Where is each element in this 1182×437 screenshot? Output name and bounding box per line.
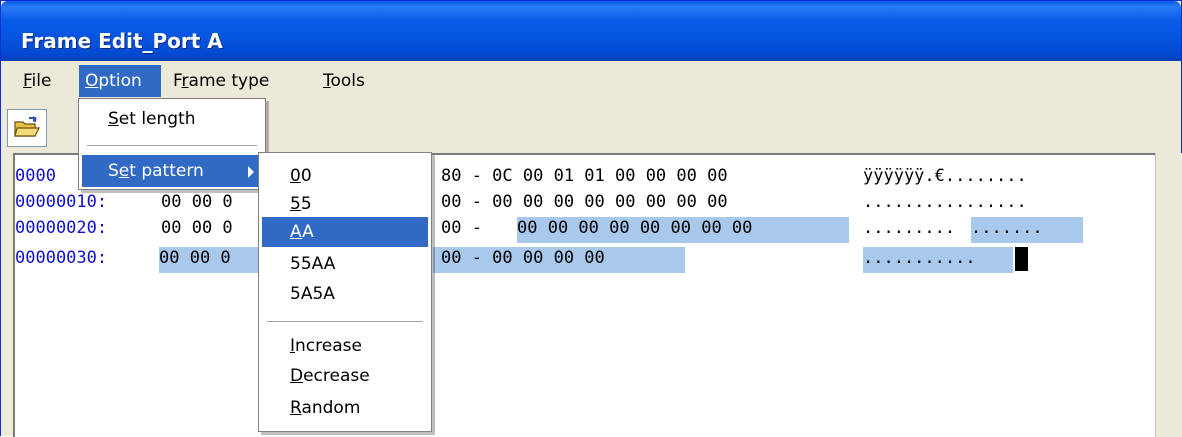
increase-rest: ncrease (295, 336, 362, 356)
row-2-hex-selected: 00 00 00 00 00 00 00 00 (517, 217, 849, 243)
pattern-55-rest: 5 (300, 194, 312, 214)
pattern-55-accel: 5 (290, 194, 301, 214)
set-pattern-accel: e (118, 161, 130, 181)
menu-frame-type[interactable]: Frame type (167, 65, 275, 97)
row-0-address: 0000 (15, 166, 56, 186)
set-length-accel: S (108, 109, 119, 129)
set-length-rest: et length (118, 109, 196, 129)
decrease-accel: D (290, 366, 304, 386)
row-2-hex: 00 - (441, 218, 493, 238)
pattern-random[interactable]: Random (262, 393, 428, 423)
menu-set-pattern[interactable]: Set pattern (82, 155, 262, 187)
row-3-address: 00000030: (15, 248, 108, 268)
pattern-5a5a[interactable]: 5A5A (262, 279, 428, 309)
row-2-ascii: ......... (863, 218, 956, 238)
row-2-hex-left: 00 00 0 (161, 218, 233, 238)
pattern-55[interactable]: 55 (262, 189, 428, 219)
pattern-00[interactable]: 00 (262, 161, 428, 191)
row-1-ascii: ................ (863, 192, 1027, 212)
decrease-rest: ecrease (303, 366, 370, 386)
menu-frame-type-rest: ame type (188, 71, 270, 91)
open-folder-icon (14, 116, 40, 137)
menu-tools-accel: T (323, 71, 331, 91)
menu-set-length[interactable]: Set length (82, 103, 262, 135)
text-caret (1015, 247, 1028, 271)
random-accel: R (290, 398, 302, 418)
menu-option-accel: O (85, 71, 99, 91)
pattern-aa-rest: A (302, 222, 314, 242)
row-0-hex: 80 - 0C 00 01 01 00 00 00 00 (441, 166, 728, 186)
menu-file-accel: F (23, 71, 32, 91)
vertical-scrollbar[interactable] (1155, 153, 1182, 437)
submenu-separator (267, 321, 423, 322)
menu-file[interactable]: File (17, 65, 57, 97)
option-menu: Set length Set pattern (78, 98, 266, 190)
row-2-ascii-selected: ....... (971, 217, 1083, 243)
open-button[interactable] (7, 109, 47, 147)
pattern-increase[interactable]: Increase (262, 331, 428, 361)
row-1-hex-left: 00 00 0 (161, 192, 233, 212)
set-pattern-pre: S (108, 161, 119, 181)
window-title: Frame Edit_Port A (21, 29, 223, 53)
pattern-aa[interactable]: AA (262, 217, 428, 247)
menu-tools[interactable]: Tools (317, 65, 371, 97)
title-bar[interactable]: Frame Edit_Port A (1, 1, 1181, 61)
menu-tools-rest: ools (330, 71, 365, 91)
row-3-hex: 00 - 00 00 00 00 (433, 247, 685, 273)
menu-bar: File Option Frame type Tools (1, 61, 1181, 101)
menu-option-rest: ption (98, 71, 142, 91)
pattern-aa-accel: A (290, 222, 303, 242)
row-3-hex-left: 00 00 0 (159, 247, 263, 273)
pattern-decrease[interactable]: Decrease (262, 361, 428, 391)
pattern-00-rest: 0 (300, 166, 312, 186)
submenu-arrow-icon (248, 166, 254, 178)
menu-option[interactable]: Option (79, 65, 161, 97)
menu-file-rest: ile (31, 71, 52, 91)
random-rest: andom (301, 398, 361, 418)
menu-frame-type-pre: F (173, 71, 182, 91)
frame-edit-window: Frame Edit_Port A File Option Frame type… (0, 0, 1182, 437)
row-1-address: 00000010: (15, 192, 108, 212)
set-pattern-rest: t pattern (129, 161, 204, 181)
menu-frame-type-accel: r (181, 71, 189, 91)
row-2-address: 00000020: (15, 218, 108, 238)
pattern-00-accel: 0 (290, 166, 301, 186)
row-1-hex: 00 - 00 00 00 00 00 00 00 00 (441, 192, 728, 212)
row-0-ascii: ÿÿÿÿÿÿ.€........ (863, 166, 1027, 186)
pattern-submenu: 00 55 AA 55AA 5A5A Increase Decrease Ran… (258, 152, 432, 432)
row-3-ascii: ........... (863, 247, 1013, 273)
menu-separator (87, 145, 257, 146)
pattern-55aa[interactable]: 55AA (262, 249, 428, 279)
